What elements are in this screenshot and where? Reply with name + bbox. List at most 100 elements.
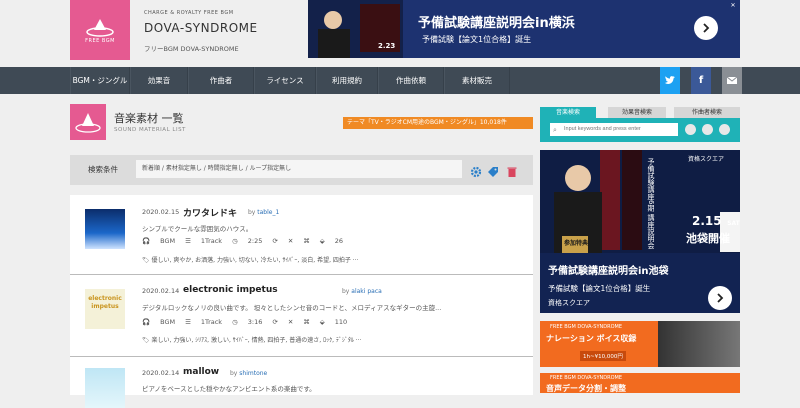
tag-icon[interactable] [487,163,499,177]
twitter-icon[interactable] [660,67,680,94]
sidebar-ad-vertical-text: 予備試験講座6期 講座説明会 [647,158,655,249]
filter-label: 検索条件 [88,165,118,174]
headphones-icon: 🎧 [142,318,151,326]
track-count: 1Track [200,318,223,326]
sidebar-ad-arrow-button[interactable] [708,286,732,310]
loop-icon: ⟳ [272,318,278,326]
author-link[interactable]: table_1 [257,209,279,216]
banner-title: 音声データ分割・調整 [546,384,626,393]
site-logo[interactable]: FREE BGM [70,0,130,60]
tab-music-search[interactable]: 音楽検索 [540,107,596,118]
chevron-right-icon [703,23,710,33]
by-label: by [342,288,350,295]
header-ad-banner[interactable]: 2.23 予備試験講座説明会in横浜 予備試験【論文1位合格】誕生 ✕ [308,0,740,58]
header-ad-arrow-button[interactable] [694,16,718,40]
trash-icon[interactable] [719,124,730,135]
tab-composer-search[interactable]: 作曲者検索 [674,107,740,118]
main-nav: BGM・ジングル 効果音 作曲者 ライセンス 利用規約 作曲依頼 素材販売 f [0,67,800,94]
clock-icon: ◷ [232,237,238,245]
chevron-right-icon [717,293,724,303]
header-ad-title: 予備試験講座説明会in横浜 [418,16,575,31]
track-author: by shimtone [230,370,267,377]
track-type: BGM [160,237,176,245]
download-icon: ⬙ [319,237,325,245]
page-subtitle: SOUND MATERIAL LIST [114,127,186,133]
tools-icon: ✕ [287,237,294,245]
nav-item-license[interactable]: ライセンス [254,67,316,94]
sidebar-ad-subtitle: 予備試験【論文1位合格】誕生 [548,284,651,293]
by-label: by [248,209,256,216]
track-title[interactable]: electronic impetus [183,285,278,295]
sidebar-ad-footer: 資格スクエア [548,299,590,307]
track-date: 2020.02.14 [142,369,180,377]
tags-icon: 🏷 [142,257,150,264]
search-icon: ⌕ [553,126,557,134]
track-tag-list[interactable]: 優しい, 爽やか, お洒落, 力強い, 切ない, 冷たい, ｻｲﾊﾞｰ, 淡白,… [152,257,359,264]
sidebar-ad-badge: 参加特典 [564,240,589,247]
loop-icon: ⟳ [272,237,278,245]
list-item: electronic impetus 2020.02.14 electronic… [70,284,533,354]
track-tags: 🏷 楽しい, 力強い, ｼﾘｱｽ, 激しい, ｻｲﾊﾞｰ, 情熱, 四拍子, 普… [142,335,362,344]
nav-item-sound-effects[interactable]: 効果音 [130,67,188,94]
tools-icon: ✕ [287,318,294,326]
banner-header: FREE BGM DOVA-SYNDROME [550,324,622,330]
list-item: 2020.02.14 mallow by shimtone ピアノをベースとした… [70,366,533,408]
headphones-icon: 🎧 [142,237,151,245]
list-icon: ☰ [185,318,191,326]
music-list-icon [70,104,106,140]
track-tag-list[interactable]: 楽しい, 力強い, ｼﾘｱｽ, 激しい, ｻｲﾊﾞｰ, 情熱, 四拍子, 普通の… [152,337,362,344]
track-tags: 🏷 優しい, 爽やか, お洒落, 力強い, 切ない, 冷たい, ｻｲﾊﾞｰ, 淡… [142,255,359,264]
download-icon: ⬙ [319,318,325,326]
brand-name[interactable]: DOVA-SYNDROME [144,21,294,35]
gear-icon[interactable] [470,163,482,178]
facebook-icon[interactable]: f [691,67,711,94]
header-ad-subtitle: 予備試験【論文1位合格】誕生 [422,35,532,44]
download-count: 26 [334,237,344,245]
download-count: 110 [334,318,348,326]
nav-item-terms[interactable]: 利用規約 [316,67,378,94]
track-thumbnail[interactable] [85,209,125,249]
brand-block: CHARGE & ROYALTY FREE BGM DOVA-SYNDROME … [144,10,294,53]
logo-mark-icon [86,19,114,37]
track-thumbnail[interactable] [85,368,125,408]
theme-badge: テーマ「TV・ラジオCM用途のBGM・ジングル」10,018件 [343,117,533,129]
track-date: 2020.02.14 [142,287,180,295]
tab-sfx-search[interactable]: 効果音検索 [608,107,666,118]
banner-price: 1h~¥10,000円 [580,351,626,361]
nav-item-composers[interactable]: 作曲者 [188,67,254,94]
track-title[interactable]: mallow [183,367,219,377]
sidebar-ad-banner[interactable]: 予備試験講座6期 講座説明会 資格スクエア 参加特典 2.15 SAT 池袋開催… [540,150,740,313]
mail-icon[interactable] [722,67,742,94]
header-ad-date: 2.23 [378,42,396,50]
banner-photo [658,321,740,367]
author-link[interactable]: alaki paca [351,288,382,295]
gear-icon[interactable] [685,124,696,135]
tag-icon[interactable] [702,124,713,135]
nav-item-material-sales[interactable]: 素材販売 [444,67,510,94]
trash-icon[interactable] [506,163,518,177]
list-item: 2020.02.15 カワタレドキ by table_1 シンプルでクールな雰囲… [70,205,533,275]
search-input[interactable] [550,123,678,136]
list-icon: ☰ [185,237,191,245]
page-title: 音楽素材 一覧 [114,112,184,125]
audio-editing-banner[interactable]: FREE BGM DOVA-SYNDROME 音声データ分割・調整 [540,373,740,393]
sidebar-ad-brand: 資格スクエア [688,156,725,163]
ad-close-icon[interactable]: ✕ [729,2,737,10]
track-duration: 3:16 [247,318,263,326]
nav-item-commission[interactable]: 作曲依頼 [378,67,444,94]
filter-conditions[interactable]: 新着順 / 素材指定無し / 時間指定無し / ループ指定無し [136,160,462,178]
sidebar-ad-venue: 池袋開催 [686,232,730,245]
voice-recording-banner[interactable]: FREE BGM DOVA-SYNDROME ナレーション ボイス収録 1h~¥… [540,321,740,367]
nav-item-bgm[interactable]: BGM・ジングル [70,67,130,94]
sidebar-ad-date: 2.15 SAT [692,210,740,229]
track-title[interactable]: カワタレドキ [183,206,237,219]
track-duration: 2:25 [247,237,263,245]
logo-text: FREE BGM [85,38,115,44]
banner-header: FREE BGM DOVA-SYNDROME [550,375,622,381]
sidebar-ad-weekday: SAT [727,220,740,227]
track-thumbnail[interactable]: electronic impetus [85,289,125,329]
track-description: デジタルロックなノリの良い曲です。 坦々としたシンセ音のコードと、メロディアスな… [142,304,442,312]
related-icon: ⌘ [303,237,310,245]
author-link[interactable]: shimtone [239,370,267,377]
track-meta: 🎧 BGM ☰ 1Track ◷ 3:16 ⟳ ✕ ⌘ ⬙ 110 [142,318,347,326]
